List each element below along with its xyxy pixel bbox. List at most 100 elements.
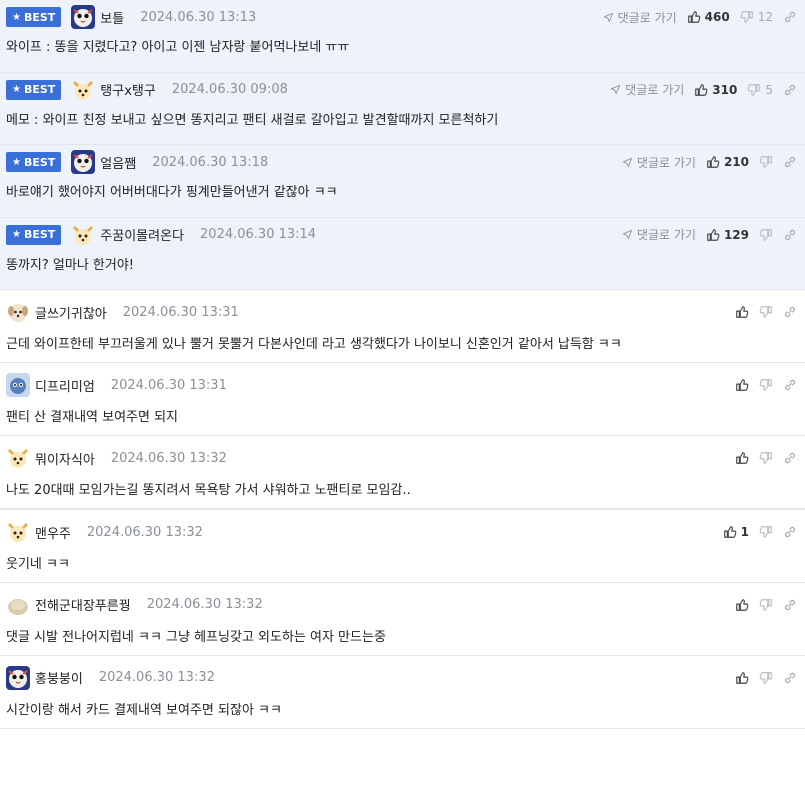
dog-avatar[interactable] (6, 300, 30, 324)
comment-text: 똥까지? 얼마나 한거야! (6, 257, 135, 273)
dislike-button[interactable] (759, 378, 773, 392)
nickname[interactable]: 주꿈이몰려온다 (100, 225, 184, 244)
timestamp: 2024.06.30 13:32 (146, 597, 263, 613)
nickname[interactable]: 뭐이자식아 (35, 449, 95, 468)
dislike-button[interactable] (759, 525, 773, 539)
like-button[interactable]: 460 (687, 10, 730, 24)
dislike-button[interactable] (759, 451, 773, 465)
nickname[interactable]: 얼음쨈 (100, 153, 136, 172)
comment-header: 맨우주 2024.06.30 13:32 1 (0, 519, 805, 545)
blob-avatar[interactable] (6, 593, 30, 617)
nickname[interactable]: 탱구x탱구 (100, 80, 156, 99)
thumbs-up-icon (735, 378, 749, 392)
thumbs-down-icon (740, 10, 754, 24)
nickname[interactable]: 디프리미엄 (35, 376, 95, 395)
like-button[interactable] (735, 305, 749, 319)
nickname[interactable]: 맨우주 (35, 523, 71, 542)
send-icon (622, 157, 633, 168)
go-to-reply-link[interactable]: 댓글로 가기 (622, 154, 696, 171)
thumbs-down-icon (759, 228, 773, 242)
fox-avatar[interactable] (71, 223, 95, 247)
comment: 뭐이자식아 2024.06.30 13:32 나도 20대때 모임가는길 똥지려서 … (0, 436, 805, 510)
share-link-button[interactable] (783, 305, 797, 319)
like-button[interactable] (735, 598, 749, 612)
comment-header: 뭐이자식아 2024.06.30 13:32 (0, 445, 805, 471)
comment-actions (735, 445, 797, 471)
like-count: 129 (723, 227, 749, 242)
link-icon (783, 598, 797, 612)
fox-avatar[interactable] (6, 520, 30, 544)
timestamp: 2024.06.30 13:32 (110, 450, 227, 466)
owl-avatar[interactable] (71, 5, 96, 29)
thumbs-up-icon (735, 671, 749, 685)
thumbs-up-icon (723, 525, 737, 539)
star-icon: ★ (12, 84, 21, 96)
dislike-button[interactable] (759, 598, 773, 612)
timestamp: 2024.06.30 13:32 (86, 524, 203, 540)
thumbs-up-icon (694, 83, 708, 97)
dislike-button[interactable] (759, 228, 773, 242)
link-icon (783, 451, 797, 465)
timestamp: 2024.06.30 09:08 (171, 82, 288, 98)
share-link-button[interactable] (783, 228, 797, 242)
share-link-button[interactable] (783, 378, 797, 392)
star-icon: ★ (12, 11, 21, 23)
comment-text: 와이프 : 똥을 지렸다고? 아이고 이젠 남자랑 붙어먹나보네 ㅠㅠ (6, 40, 350, 55)
timestamp: 2024.06.30 13:31 (110, 377, 227, 393)
share-link-button[interactable] (783, 671, 797, 685)
fox-avatar[interactable] (6, 446, 30, 470)
owl-avatar[interactable] (6, 665, 30, 690)
fox-avatar[interactable] (71, 78, 95, 102)
best-badge: ★ BEST (6, 152, 62, 173)
go-to-reply-link[interactable]: 댓글로 가기 (603, 9, 677, 26)
nickname[interactable]: 홍붕붕이 (35, 668, 83, 687)
link-icon (783, 228, 797, 242)
thumbs-down-icon (759, 451, 773, 465)
like-button[interactable]: 310 (694, 83, 737, 97)
dislike-button[interactable] (759, 155, 773, 169)
comment-actions (735, 372, 797, 398)
comment: 홍붕붕이 2024.06.30 13:32 시간이랑 해서 카드 결제내역 보여주면… (0, 655, 805, 729)
share-link-button[interactable] (783, 83, 797, 97)
like-button[interactable] (735, 671, 749, 685)
star-icon: ★ (12, 229, 21, 241)
share-link-button[interactable] (783, 451, 797, 465)
comment-header: ★ BEST 주꿈이몰려온다 2024.06.30 13:14 댓글로 가기 129 (0, 222, 805, 248)
nickname[interactable]: 전해군대장푸른꿩 (35, 595, 131, 614)
like-button[interactable]: 1 (723, 525, 749, 539)
share-link-button[interactable] (783, 10, 797, 24)
best-comment: ★ BEST 탱구x탱구 2024.06.30 09:08 댓글로 가기 310 5 메모 :… (0, 72, 805, 146)
star-icon: ★ (12, 156, 21, 168)
owl-avatar[interactable] (71, 150, 96, 175)
thumbs-down-icon (747, 83, 761, 97)
thumbs-down-icon (759, 525, 773, 539)
share-link-button[interactable] (783, 525, 797, 539)
nickname[interactable]: 보틀 (100, 8, 124, 27)
comment-actions: 댓글로 가기 310 5 (610, 77, 797, 103)
like-button[interactable]: 129 (706, 228, 749, 242)
like-button[interactable]: 210 (706, 155, 749, 169)
thumbs-down-icon (759, 155, 773, 169)
dislike-button[interactable] (759, 305, 773, 319)
comment-text: 웃기네 ㅋㅋ (6, 557, 70, 573)
dislike-button[interactable]: 5 (747, 83, 773, 97)
comment-text: 시간이랑 해서 카드 결제내역 보여주면 되잖아 ㅋㅋ (6, 702, 282, 718)
like-button[interactable] (735, 451, 749, 465)
go-to-reply-link[interactable]: 댓글로 가기 (622, 226, 696, 243)
dislike-button[interactable]: 12 (740, 10, 773, 24)
share-link-button[interactable] (783, 155, 797, 169)
nickname[interactable]: 글쓰기귀찮아 (35, 303, 107, 322)
thumbs-up-icon (735, 451, 749, 465)
link-icon (783, 378, 797, 392)
share-link-button[interactable] (783, 598, 797, 612)
comment-actions: 1 (723, 519, 797, 545)
send-icon (610, 84, 621, 95)
timestamp: 2024.06.30 13:13 (140, 9, 257, 25)
comment-header: 글쓰기귀찮아 2024.06.30 13:31 (0, 299, 805, 325)
comment-actions: 댓글로 가기 460 12 (603, 4, 797, 30)
dislike-button[interactable] (759, 671, 773, 685)
go-to-reply-link[interactable]: 댓글로 가기 (610, 81, 684, 98)
like-button[interactable] (735, 378, 749, 392)
comment-header: 홍붕붕이 2024.06.30 13:32 (0, 665, 805, 691)
bird-avatar[interactable] (6, 373, 30, 398)
